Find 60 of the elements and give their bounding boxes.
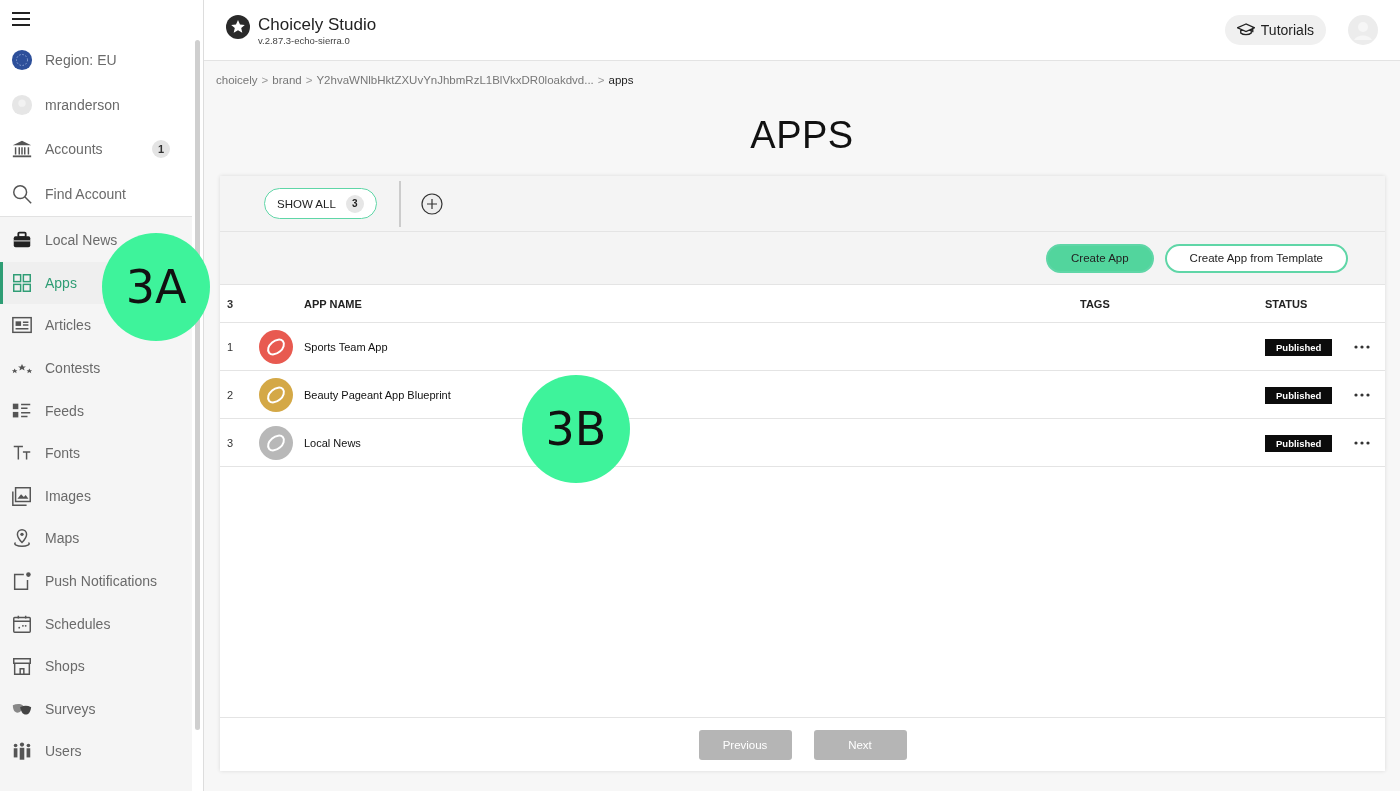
menu-icon[interactable] (12, 11, 30, 27)
globe-icon (11, 49, 33, 72)
sidebar-item[interactable]: Shops (0, 644, 192, 688)
sidebar-item[interactable]: Push Notifications (0, 559, 192, 603)
logo-icon (226, 14, 250, 39)
sidebar-item[interactable]: Region: EU (0, 38, 192, 83)
search-icon (11, 182, 33, 205)
column-header: STATUS (1265, 297, 1309, 310)
sidebar-item[interactable]: Maps (0, 517, 192, 560)
sidebar-item[interactable]: Schedules (0, 602, 192, 645)
sidebar-item[interactable]: Articles (0, 304, 192, 347)
map-pin-icon (11, 527, 33, 550)
status-badge: Published (1265, 338, 1333, 356)
add-icon[interactable] (420, 192, 443, 215)
sidebar-item[interactable]: Feeds (0, 389, 192, 432)
breadcrumb-link[interactable]: apps (608, 74, 634, 86)
row-number: 2 (226, 388, 235, 401)
breadcrumb-link[interactable]: Y2hvaWNlbHktZXUvYnJhbmRzL1BlVkxDR0loakdvd... (316, 74, 594, 86)
graduation-cap-icon (1236, 22, 1255, 38)
column-header: 3 (226, 297, 235, 310)
sidebar-item[interactable]: Images (0, 474, 192, 518)
template-button[interactable]: Create App from Template (1164, 243, 1348, 273)
more-icon[interactable] (1354, 440, 1370, 445)
stars-icon (11, 362, 33, 374)
avatar-icon (11, 93, 33, 116)
app-name[interactable]: Sports Team App (304, 340, 1080, 353)
breadcrumb-separator: > (305, 74, 313, 86)
sidebar-item[interactable]: mranderson (0, 82, 192, 127)
more-icon[interactable] (1354, 344, 1370, 349)
more-icon[interactable] (1354, 392, 1370, 397)
sidebar-item[interactable]: Contests (0, 346, 192, 390)
sidebar-item[interactable]: Accounts 1 (0, 127, 192, 172)
column-header: APP NAME (304, 297, 363, 310)
scrollbar[interactable] (195, 40, 200, 730)
notification-icon (11, 570, 33, 593)
create-app-button[interactable]: Create App (1046, 243, 1154, 273)
breadcrumb-separator: > (597, 74, 605, 86)
status-badge: Published (1265, 386, 1333, 404)
sidebar-item[interactable]: Fonts (0, 431, 192, 475)
breadcrumb-link[interactable]: choicely (216, 74, 258, 86)
users-icon (11, 740, 33, 763)
app-title: Choicely Studio (258, 14, 377, 35)
grid-icon (11, 271, 33, 294)
status-badge: Published (1265, 434, 1333, 452)
shop-icon (11, 655, 33, 678)
count-badge: 1 (152, 140, 170, 159)
sidebar-item[interactable]: Find Account (0, 171, 192, 216)
breadcrumb-link[interactable]: brand (272, 74, 302, 86)
row-number: 1 (226, 340, 235, 353)
sidebar-item[interactable]: Users (0, 730, 192, 773)
version-label: v.2.87.3-echo-sierra.0 (258, 34, 351, 46)
sidebar-item[interactable]: Surveys (0, 687, 192, 731)
sidebar-item[interactable]: Local News (0, 219, 192, 262)
image-icon (11, 484, 33, 507)
row-number: 3 (226, 436, 235, 449)
column-header: TAGS (1080, 297, 1111, 310)
tutorials-button[interactable]: Tutorials (1224, 15, 1326, 45)
breadcrumb-separator: > (261, 74, 269, 86)
filter-chip[interactable]: SHOW ALL 3 (264, 188, 377, 219)
page-title: APPS (749, 114, 855, 158)
